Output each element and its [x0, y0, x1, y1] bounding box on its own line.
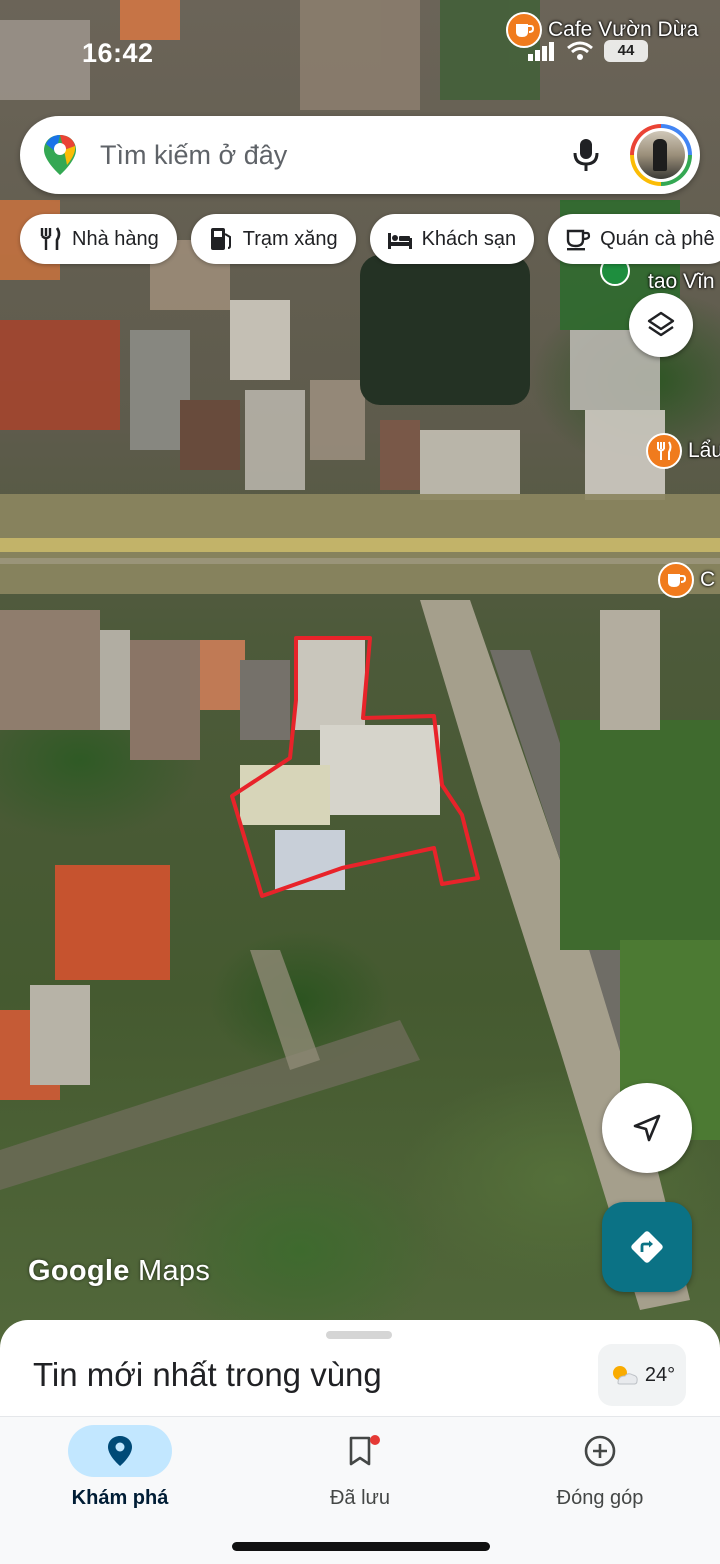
maps-wordmark: Maps — [138, 1255, 211, 1287]
navigation-arrow-icon — [633, 1114, 661, 1142]
google-maps-pin-icon — [44, 135, 76, 175]
layers-icon — [647, 311, 675, 337]
search-input[interactable] — [100, 139, 566, 171]
coffee-icon — [506, 12, 542, 48]
location-pin-icon — [108, 1436, 132, 1466]
notification-dot — [370, 1435, 380, 1445]
place-name: Cafe Vườn Dừa — [548, 18, 699, 41]
layers-button[interactable] — [629, 293, 693, 357]
gas-pump-icon — [210, 228, 231, 250]
weather-chip[interactable]: 24° — [598, 1344, 686, 1406]
nav-saved-pill — [308, 1425, 412, 1477]
directions-button[interactable] — [602, 1202, 692, 1292]
nav-label: Đóng góp — [556, 1487, 644, 1509]
sheet-drag-handle[interactable] — [326, 1331, 392, 1339]
bed-icon — [387, 233, 412, 249]
place-name: Lẩu — [688, 439, 720, 462]
place-pin-c[interactable]: C — [658, 562, 715, 598]
temperature: 24° — [644, 1363, 676, 1386]
latest-in-area-sheet[interactable]: Tin mới nhất trong vùng 24° — [0, 1320, 720, 1430]
chip-label: Khách sạn — [421, 227, 517, 250]
nav-contribute-pill — [548, 1425, 652, 1477]
directions-icon — [631, 1231, 663, 1263]
google-maps-wordmark: Google Maps — [28, 1255, 210, 1288]
chip-label: Nhà hàng — [72, 227, 159, 250]
account-avatar[interactable] — [630, 124, 692, 186]
nav-explore[interactable]: Khám phá — [0, 1417, 240, 1537]
coffee-cup-icon — [566, 229, 591, 251]
add-circle-icon — [584, 1435, 616, 1467]
fork-knife-icon — [40, 227, 61, 250]
chip-label: Trạm xăng — [242, 227, 338, 250]
chip-label: Quán cà phê — [600, 227, 715, 250]
home-indicator[interactable] — [232, 1542, 490, 1551]
place-name: tao Vĩn — [648, 270, 715, 293]
chip-restaurants[interactable]: Nhà hàng — [20, 214, 177, 264]
nav-explore-pill — [68, 1425, 172, 1477]
place-pin-lau[interactable]: Lẩu — [646, 433, 720, 469]
partly-cloudy-icon — [612, 1366, 638, 1385]
chip-cafes[interactable]: Quán cà phê — [548, 214, 720, 264]
coffee-icon — [658, 562, 694, 598]
avatar-photo — [637, 131, 685, 179]
chip-hotels[interactable]: Khách sạn — [369, 214, 535, 264]
category-chips: Nhà hàng Trạm xăng Khách sạn Quán cà phê — [20, 214, 720, 264]
status-time: 16:42 — [82, 38, 154, 68]
my-location-button[interactable] — [602, 1083, 692, 1173]
nav-label: Đã lưu — [329, 1487, 391, 1509]
search-bar[interactable] — [20, 116, 700, 194]
nav-saved[interactable]: Đã lưu — [240, 1417, 480, 1537]
sheet-title: Tin mới nhất trong vùng — [33, 1356, 382, 1393]
microphone-icon[interactable] — [566, 135, 606, 175]
restaurant-icon — [646, 433, 682, 469]
nav-contribute[interactable]: Đóng góp — [480, 1417, 720, 1537]
place-name: C — [700, 568, 716, 591]
nav-label: Khám phá — [71, 1487, 169, 1509]
place-pin-cafe-vuon-dua[interactable]: Cafe Vườn Dừa — [506, 12, 698, 48]
google-wordmark: Google — [28, 1255, 130, 1287]
chip-gas-stations[interactable]: Trạm xăng — [190, 214, 356, 264]
